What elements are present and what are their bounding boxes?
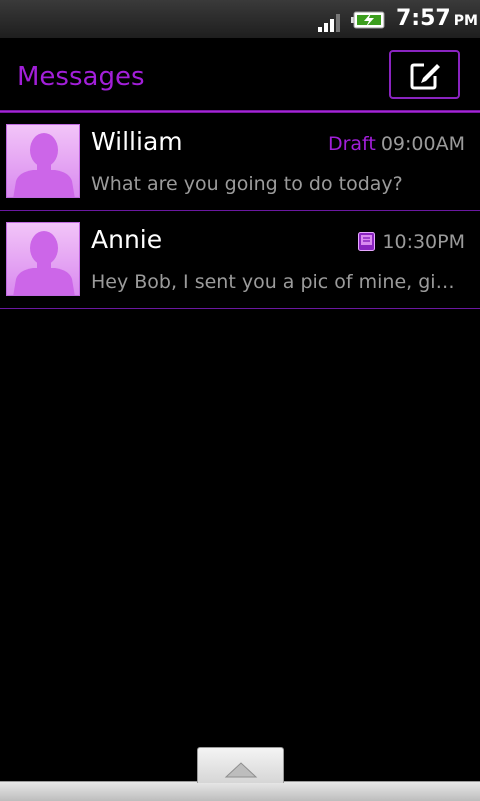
mms-icon [358, 232, 376, 251]
header: Messages [0, 38, 480, 111]
chevron-up-icon [224, 762, 258, 778]
contact-placeholder-icon [13, 133, 75, 197]
contact-name: Annie [91, 225, 163, 254]
avatar [6, 222, 80, 296]
battery-charging-icon [351, 11, 385, 29]
drawer-handle[interactable] [197, 747, 284, 783]
message-snippet: Hey Bob, I sent you a pic of mine, give … [91, 271, 463, 293]
page-title: Messages [17, 62, 145, 92]
status-bar: 7:57 PM [0, 0, 480, 39]
compose-button[interactable] [389, 50, 460, 99]
thread-time: 10:30PM [382, 231, 465, 253]
draft-label: Draft [327, 133, 376, 155]
clock-time: 7:57 [396, 6, 451, 31]
signal-icon [318, 14, 340, 32]
avatar [6, 124, 80, 198]
clock: 7:57 PM [396, 6, 478, 31]
contact-placeholder-icon [13, 231, 75, 295]
thread-item-annie[interactable]: Annie 10:30PM Hey Bob, I sent you a pic … [0, 211, 480, 309]
thread-meta: Draft 09:00AM [328, 133, 465, 155]
message-snippet: What are you going to do today? [91, 173, 403, 195]
compose-icon [410, 63, 440, 90]
thread-meta: 10:30PM [358, 231, 465, 253]
bottom-bar [0, 781, 480, 801]
thread-time: 09:00AM [380, 133, 465, 155]
clock-ampm: PM [453, 13, 478, 29]
contact-name: William [91, 127, 183, 156]
thread-item-william[interactable]: William Draft 09:00AM What are you going … [0, 113, 480, 211]
